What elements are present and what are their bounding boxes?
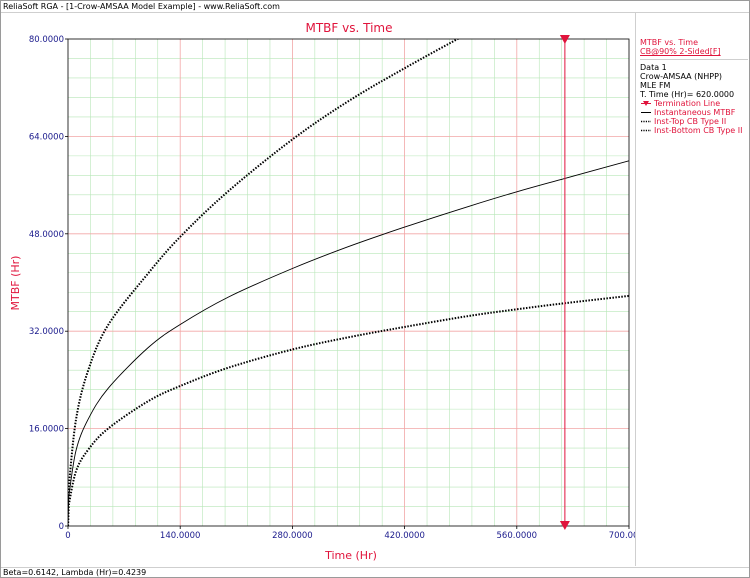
status-bar: Beta=0.6142, Lambda (Hr)=0.4239 — [3, 568, 147, 577]
series-line-2 — [68, 294, 629, 526]
x-tick-label: 140.0000 — [160, 531, 201, 541]
y-tick-label: 64.0000 — [29, 132, 64, 142]
legend-swatch-termination — [640, 99, 652, 108]
legend-model: Crow-AMSAA (NHPP) — [640, 72, 723, 81]
series-line-0 — [68, 160, 629, 526]
legend-entry-top-cb: Inst-Top CB Type II — [640, 117, 748, 126]
y-tick-label: 32.0000 — [29, 327, 64, 337]
y-tick-label: 48.0000 — [29, 230, 64, 240]
legend-confidence: CB@90% 2-Sided[F] — [640, 47, 721, 56]
legend-label-top-cb: Inst-Top CB Type II — [654, 117, 727, 126]
x-tick-label: 0 — [65, 531, 70, 541]
legend-divider — [635, 13, 636, 566]
chart-title: MTBF vs. Time — [306, 21, 393, 35]
y-tick-label: 16.0000 — [29, 425, 64, 435]
plot-area — [67, 38, 630, 527]
y-tick-label: 80.0000 — [29, 35, 64, 45]
legend-entry-termination: Termination Line — [640, 99, 748, 108]
x-tick-label: 700.0000 — [609, 531, 635, 541]
legend-label-termination: Termination Line — [654, 99, 721, 108]
window-title: ReliaSoft RGA - [1-Crow-AMSAA Model Exam… — [3, 2, 280, 11]
x-axis-label: Time (Hr) — [324, 549, 377, 562]
legend-label-bottom-cb: Inst-Bottom CB Type II — [654, 126, 743, 135]
legend-header: MTBF vs. Time — [640, 38, 698, 47]
x-axis-ticks: 0 140.0000 280.0000 420.0000 560.0000 700.000… — [65, 526, 635, 541]
minor-grid — [68, 39, 629, 526]
legend-termination-time: T. Time (Hr)= 620.0000 — [640, 90, 735, 99]
legend-swatch-top-cb — [640, 117, 652, 126]
legend-data-name: Data 1 — [640, 63, 667, 72]
x-tick-label: 420.0000 — [384, 531, 425, 541]
legend-panel: MTBF vs. Time CB@90% 2-Sided[F] Data 1 C… — [640, 38, 748, 135]
series-line-1 — [68, 39, 460, 526]
legend-method: MLE FM — [640, 81, 671, 90]
x-tick-label: 560.0000 — [497, 531, 538, 541]
legend-swatch-instantaneous — [640, 108, 652, 117]
y-tick-label: 0 — [59, 522, 64, 532]
y-axis-label: MTBF (Hr) — [9, 256, 22, 311]
legend-swatch-bottom-cb — [640, 126, 652, 135]
mtbf-chart: 0 140.0000 280.0000 420.0000 560.0000 700.000… — [9, 21, 635, 562]
app-window: ReliaSoft RGA - [1-Crow-AMSAA Model Exam… — [0, 0, 750, 578]
legend-label-instantaneous: Instantaneous MTBF — [654, 108, 736, 117]
major-grid — [68, 39, 629, 526]
legend-entry-bottom-cb: Inst-Bottom CB Type II — [640, 126, 748, 135]
legend-rule — [640, 59, 748, 60]
legend-entry-instantaneous: Instantaneous MTBF — [640, 108, 748, 117]
series-layer — [68, 39, 629, 526]
y-axis-ticks: 0 16.0000 32.0000 48.0000 64.0000 80.0000 — [29, 35, 68, 532]
x-tick-label: 280.0000 — [272, 531, 313, 541]
